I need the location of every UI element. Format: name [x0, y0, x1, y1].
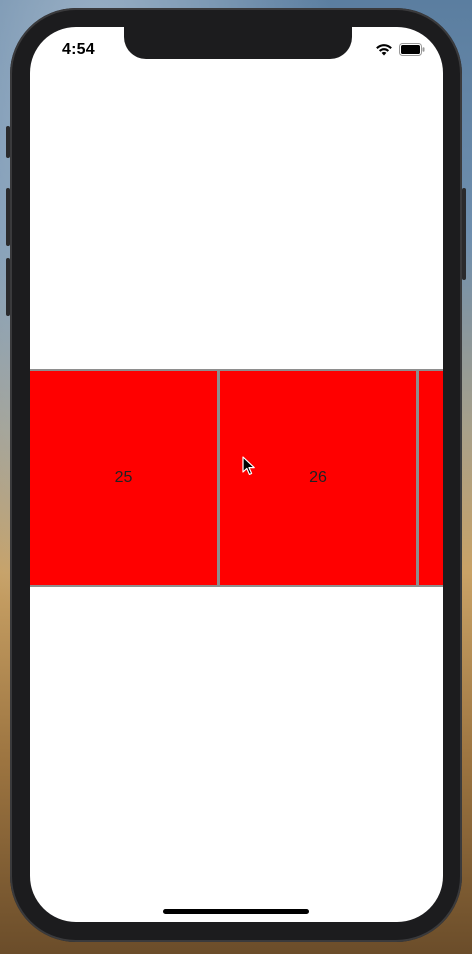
power-button — [462, 188, 466, 280]
phone-screen: 4:54 25 26 — [30, 27, 443, 922]
volume-up-button — [6, 188, 10, 246]
status-time: 4:54 — [62, 41, 95, 58]
device-notch — [124, 27, 352, 59]
carousel-page[interactable]: 26 — [220, 371, 416, 585]
home-indicator[interactable] — [163, 909, 309, 914]
battery-icon — [399, 43, 425, 61]
silent-switch — [6, 126, 10, 158]
desktop-background: 4:54 25 26 — [0, 0, 472, 954]
status-icons — [375, 43, 425, 61]
volume-down-button — [6, 258, 10, 316]
carousel-page[interactable]: 25 — [30, 371, 217, 585]
wifi-icon — [375, 43, 393, 61]
carousel-page-partial-right[interactable] — [419, 371, 443, 585]
paging-carousel[interactable]: 25 26 — [30, 369, 443, 587]
mouse-pointer-icon — [242, 456, 255, 475]
